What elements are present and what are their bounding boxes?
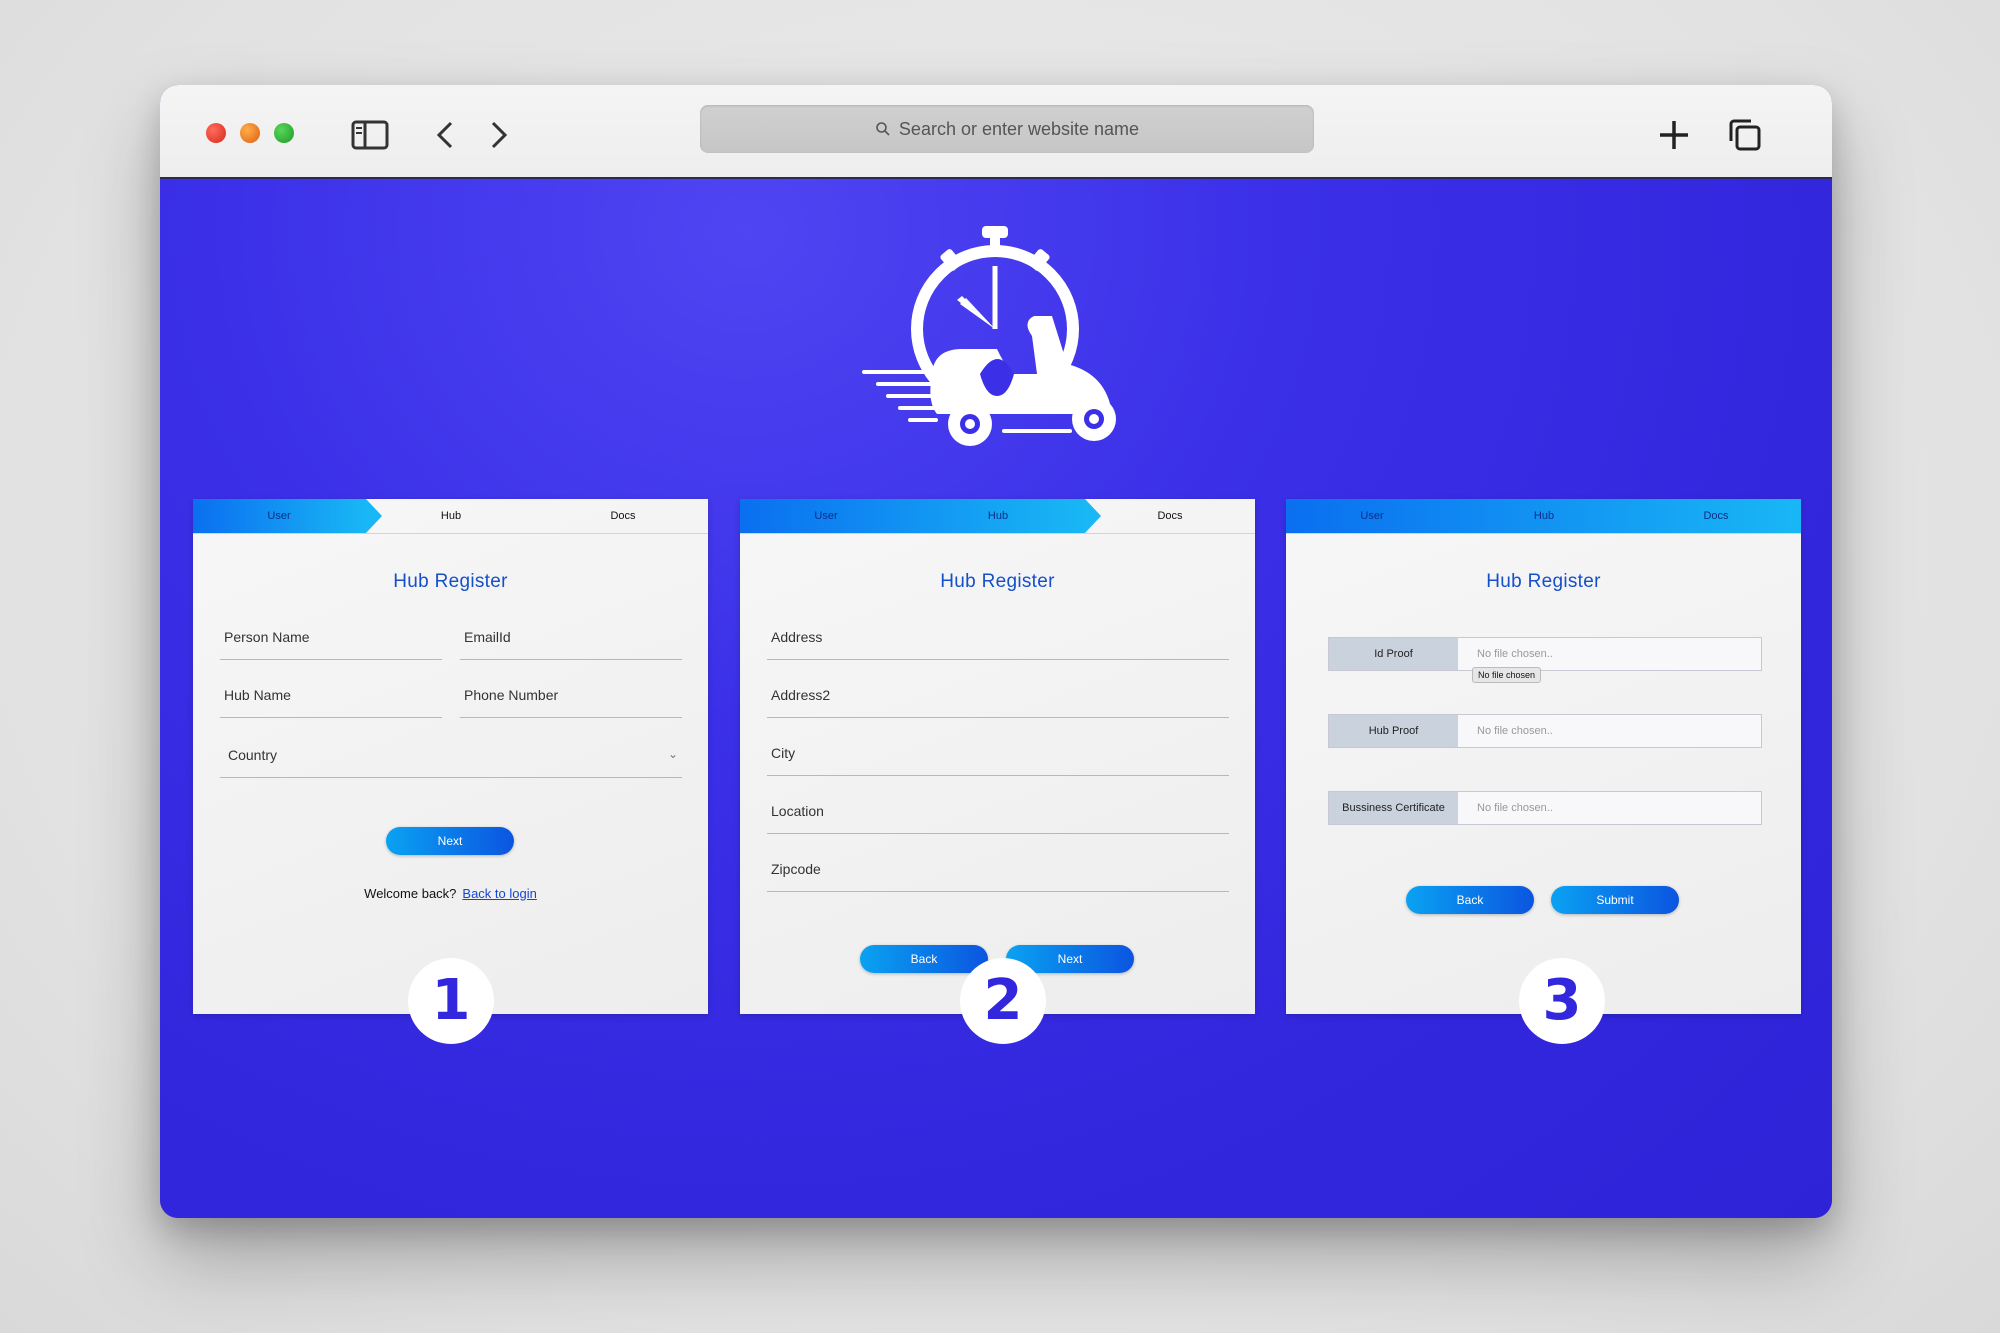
hub-name-field[interactable]: Hub Name <box>220 677 442 718</box>
step-hub: Hub <box>440 510 462 522</box>
hub-proof-file-input[interactable]: Hub Proof No file chosen.. <box>1328 714 1762 748</box>
minimize-window-button[interactable] <box>240 123 260 143</box>
step-progress-bar: User Hub Docs <box>740 499 1255 534</box>
id-proof-label: Id Proof <box>1329 638 1458 670</box>
address2-placeholder: Address2 <box>771 687 831 703</box>
step-number-badge-2: 2 <box>960 958 1046 1044</box>
step-progress-fill <box>740 499 1085 533</box>
tabs-overview-icon[interactable] <box>1725 115 1765 155</box>
address2-field[interactable]: Address2 <box>767 677 1229 718</box>
search-icon <box>876 122 890 136</box>
email-field[interactable]: EmailId <box>460 619 682 660</box>
browser-toolbar: Search or enter website name <box>160 85 1832 179</box>
address-field[interactable]: Address <box>767 619 1229 660</box>
next-button[interactable]: Next <box>386 827 514 855</box>
file-tooltip: No file chosen <box>1472 667 1542 683</box>
location-field[interactable]: Location <box>767 793 1229 834</box>
address-placeholder: Search or enter website name <box>898 118 1140 139</box>
zipcode-placeholder: Zipcode <box>771 861 821 877</box>
delivery-scooter-stopwatch-logo <box>862 224 1128 454</box>
chevron-down-icon: ⌄ <box>667 747 678 761</box>
step-number-badge-1: 1 <box>408 958 494 1044</box>
step-docs: Docs <box>1703 510 1729 522</box>
step-hub: Hub <box>987 510 1009 522</box>
phone-number-placeholder: Phone Number <box>464 687 559 703</box>
card-title: Hub Register <box>940 571 1055 592</box>
person-name-placeholder: Person Name <box>224 629 310 645</box>
business-certificate-value: No file chosen.. <box>1477 802 1553 814</box>
step-user: User <box>1360 510 1384 522</box>
back-arrow-icon[interactable] <box>426 115 466 155</box>
card-title: Hub Register <box>393 571 508 592</box>
welcome-back-text: Welcome back? Back to login <box>193 886 708 901</box>
location-placeholder: Location <box>771 803 824 819</box>
back-to-login-link[interactable]: Back to login <box>462 886 536 901</box>
step-progress-arrow <box>366 499 382 533</box>
id-proof-file-input[interactable]: Id Proof No file chosen.. <box>1328 637 1762 671</box>
close-window-button[interactable] <box>206 123 226 143</box>
card-title: Hub Register <box>1486 571 1601 592</box>
step-docs: Docs <box>1157 510 1183 522</box>
submit-button[interactable]: Submit <box>1551 886 1679 914</box>
address-bar[interactable]: Search or enter website name <box>700 105 1314 153</box>
back-button[interactable]: Back <box>860 945 988 973</box>
browser-window: Search or enter website name User Hub Do… <box>160 85 1832 1218</box>
new-tab-plus-icon[interactable] <box>1654 115 1694 155</box>
step-user: User <box>267 510 291 522</box>
address-placeholder-label: Address <box>771 629 823 645</box>
step-user: User <box>814 510 838 522</box>
sidebar-icon[interactable] <box>350 115 390 155</box>
hub-register-card-step-3: User Hub Docs Hub Register Id Proof No f… <box>1286 499 1801 1014</box>
hub-register-card-step-1: User Hub Docs Hub Register Person Name E… <box>193 499 708 1014</box>
hub-proof-value: No file chosen.. <box>1477 725 1553 737</box>
step-progress-arrow <box>1085 499 1101 533</box>
step-progress-bar: User Hub Docs <box>193 499 708 534</box>
back-button[interactable]: Back <box>1406 886 1534 914</box>
step-number-badge-3: 3 <box>1519 958 1605 1044</box>
person-name-field[interactable]: Person Name <box>220 619 442 660</box>
id-proof-value: No file chosen.. <box>1477 648 1553 660</box>
step-hub: Hub <box>1533 510 1555 522</box>
forward-arrow-icon[interactable] <box>478 115 518 155</box>
hub-register-card-step-2: User Hub Docs Hub Register Address Addre… <box>740 499 1255 1014</box>
country-select[interactable]: Country ⌄ <box>220 737 682 778</box>
city-field[interactable]: City <box>767 735 1229 776</box>
page-content: User Hub Docs Hub Register Person Name E… <box>160 179 1832 1218</box>
business-certificate-label: Bussiness Certificate <box>1329 792 1458 824</box>
phone-number-field[interactable]: Phone Number <box>460 677 682 718</box>
step-progress-bar: User Hub Docs <box>1286 499 1801 534</box>
business-certificate-file-input[interactable]: Bussiness Certificate No file chosen.. <box>1328 791 1762 825</box>
city-placeholder: City <box>771 745 796 761</box>
maximize-window-button[interactable] <box>274 123 294 143</box>
email-placeholder: EmailId <box>464 629 511 645</box>
zipcode-field[interactable]: Zipcode <box>767 851 1229 892</box>
welcome-label: Welcome back? <box>364 886 457 901</box>
country-select-label: Country <box>228 747 278 763</box>
hub-proof-label: Hub Proof <box>1329 715 1458 747</box>
hub-name-placeholder: Hub Name <box>224 687 291 703</box>
step-docs: Docs <box>610 510 636 522</box>
